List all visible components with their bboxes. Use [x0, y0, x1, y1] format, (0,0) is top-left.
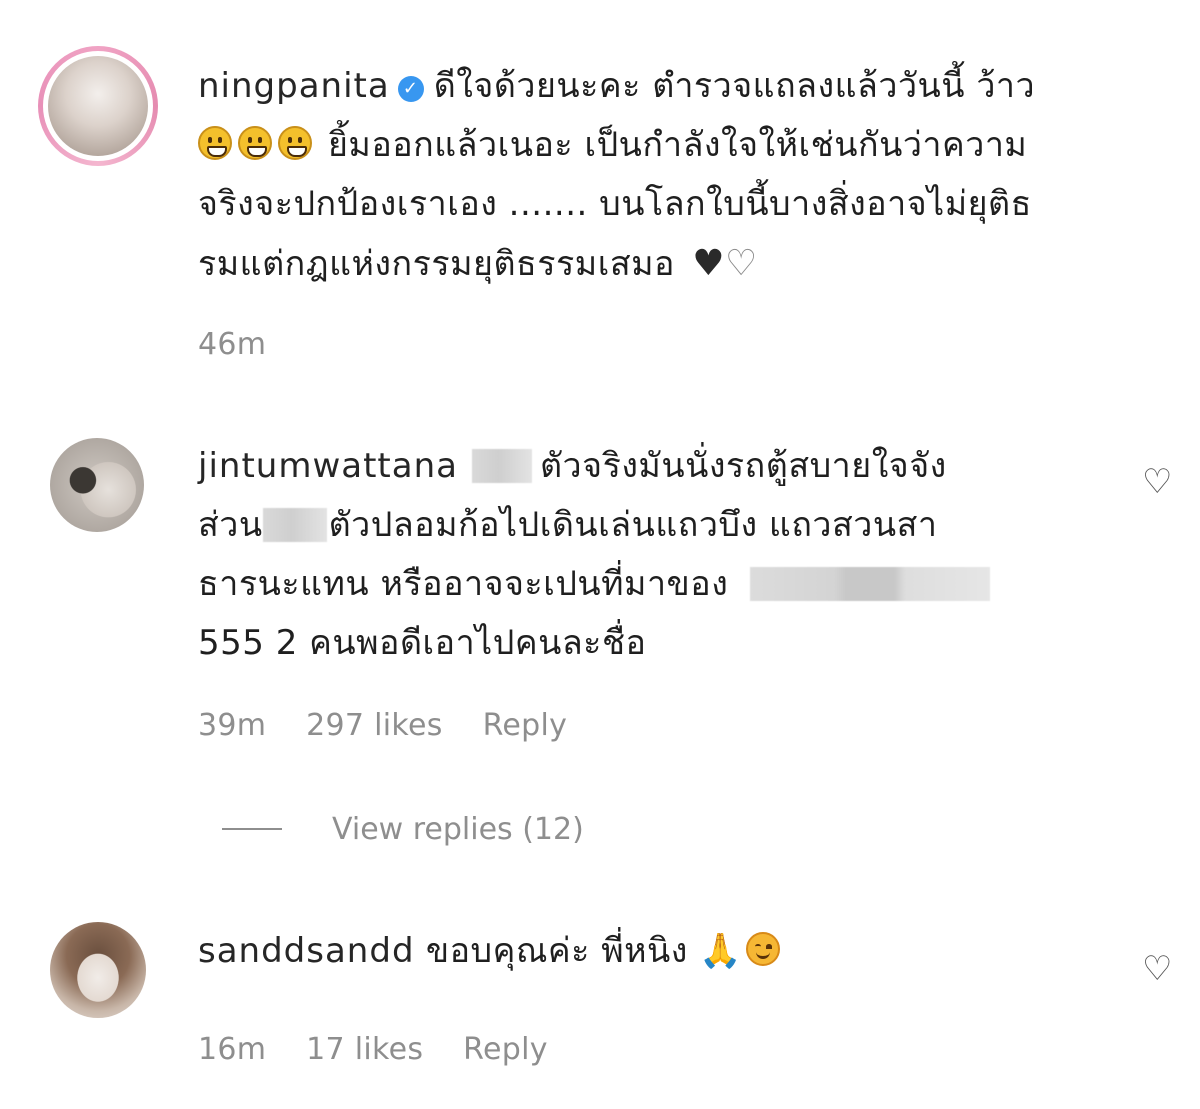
divider-line	[222, 828, 282, 830]
grinning-face-emoji-icon	[238, 126, 272, 160]
comment-body: ningpanita ✓ ดีใจด้วยนะคะ ตำรวจแถลงแล้ววัน…	[198, 57, 1178, 294]
black-heart-emoji-icon: ♥	[692, 243, 726, 284]
timestamp[interactable]: 39m	[198, 708, 266, 743]
likes-count[interactable]: 17 likes	[306, 1032, 423, 1067]
comment-body: sanddsandd ขอบคุณค่ะ พี่หนิง 🙏	[198, 922, 1118, 981]
view-replies-button[interactable]: View replies (12)	[222, 812, 584, 847]
timestamp[interactable]: 16m	[198, 1032, 266, 1067]
avatar[interactable]	[50, 438, 144, 532]
comment-meta: 39m 297 likes Reply	[198, 708, 597, 743]
comment-text: รมแต่กฎแห่งกรรมยุติธรรมเสมอ	[198, 244, 675, 284]
blurred-redaction	[471, 449, 532, 483]
comment-meta: 46m	[198, 327, 296, 362]
username[interactable]: ningpanita	[198, 66, 390, 106]
comment-text: ตัวจริงมันนั่งรถตู้สบายใจจัง	[539, 446, 947, 486]
comment-text: ตัวปลอมก้อไปเดินเล่นแถวบึง แถวสวนสา	[328, 505, 938, 545]
comment-text: ขอบคุณค่ะ พี่หนิง	[425, 931, 688, 971]
grinning-face-emoji-icon	[278, 126, 312, 160]
comment-line: jintumwattana ตัวจริงมันนั่งรถตู้สบายใจจั…	[198, 437, 1118, 496]
likes-count[interactable]: 297 likes	[306, 708, 443, 743]
verified-badge-icon: ✓	[397, 76, 424, 102]
avatar[interactable]	[48, 56, 148, 156]
story-ring[interactable]	[38, 46, 158, 166]
like-heart-icon[interactable]: ♡	[1142, 949, 1182, 989]
comment-line: ยิ้มออกแล้วเนอะ เป็นกำลังใจให้เช่นกันว่า…	[198, 116, 1178, 175]
comment-text: จริงจะปกป้องเราเอง ....... บนโลกใบนี้บาง…	[198, 184, 1032, 224]
timestamp[interactable]: 46m	[198, 327, 266, 362]
comment-line: รมแต่กฎแห่งกรรมยุติธรรมเสมอ ♥♡	[198, 234, 1178, 294]
comment-line: ningpanita ✓ ดีใจด้วยนะคะ ตำรวจแถลงแล้ววัน…	[198, 57, 1178, 116]
comment-text: ธารนะแทน หรืออาจจะเปนที่มาของ	[198, 564, 729, 604]
blurred-redaction	[262, 508, 327, 542]
comment-body: jintumwattana ตัวจริงมันนั่งรถตู้สบายใจจั…	[198, 437, 1118, 673]
comment-meta: 16m 17 likes Reply	[198, 1032, 578, 1067]
blurred-redaction	[750, 567, 991, 601]
comment-line: sanddsandd ขอบคุณค่ะ พี่หนิง 🙏	[198, 922, 1118, 981]
comment-text: 555 2 คนพอดีเอาไปคนละชื่อ	[198, 623, 647, 663]
comment-text: ส่วน	[198, 505, 263, 545]
username[interactable]: sanddsandd	[198, 931, 415, 971]
folded-hands-emoji-icon: 🙏	[699, 931, 743, 971]
comment-line: ส่วน ตัวปลอมก้อไปเดินเล่นแถวบึง แถวสวนสา	[198, 496, 1118, 555]
comment-text: ยิ้มออกแล้วเนอะ เป็นกำลังใจให้เช่นกันว่า…	[328, 125, 1028, 165]
comment-text: ดีใจด้วยนะคะ ตำรวจแถลงแล้ววันนี้ ว้าว	[433, 66, 1036, 106]
smiling-face-emoji-icon	[746, 932, 781, 966]
username[interactable]: jintumwattana	[198, 446, 458, 486]
reply-button[interactable]: Reply	[483, 708, 568, 743]
comment-line: ธารนะแทน หรืออาจจะเปนที่มาของ	[198, 555, 1118, 614]
like-heart-icon[interactable]: ♡	[1142, 462, 1182, 502]
comment-line: 555 2 คนพอดีเอาไปคนละชื่อ	[198, 614, 1118, 673]
white-heart-emoji-icon: ♡	[725, 243, 758, 284]
avatar[interactable]	[50, 922, 146, 1018]
comment-line: จริงจะปกป้องเราเอง ....... บนโลกใบนี้บาง…	[198, 175, 1178, 234]
reply-button[interactable]: Reply	[463, 1032, 548, 1067]
view-replies-label: View replies (12)	[332, 812, 584, 847]
grinning-face-emoji-icon	[198, 126, 232, 160]
